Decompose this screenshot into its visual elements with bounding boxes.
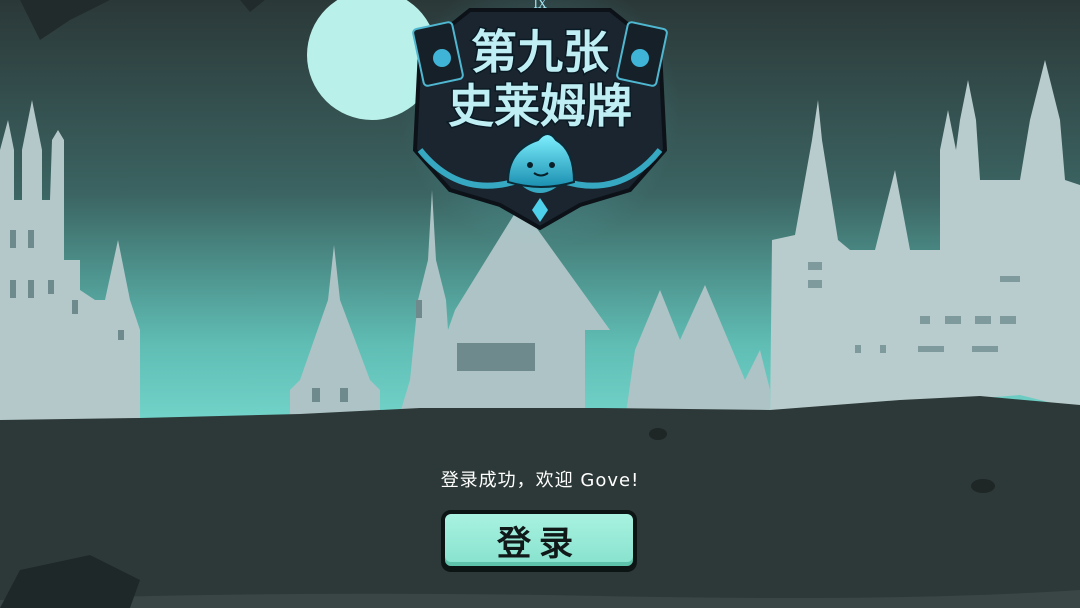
login-button-label: 登录 bbox=[497, 523, 581, 564]
ground bbox=[0, 396, 1080, 608]
game-login-screen: IX 第九张 史莱姆牌 登录成功，欢迎 Gove! 登录 bbox=[0, 0, 1080, 608]
logo-title-line1: 第九张 bbox=[471, 25, 609, 79]
pebble bbox=[649, 428, 667, 440]
login-success-message: 登录成功，欢迎 Gove! bbox=[440, 470, 640, 491]
login-button[interactable]: 登录 bbox=[441, 510, 637, 570]
logo-title-line2: 史莱姆牌 bbox=[448, 79, 632, 133]
logo-badge: IX bbox=[533, 0, 547, 11]
